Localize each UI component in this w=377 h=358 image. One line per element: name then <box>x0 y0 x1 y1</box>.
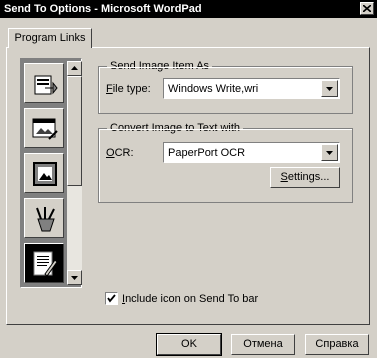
tab-program-links[interactable]: Program Links <box>8 28 92 48</box>
checkmark-icon <box>107 294 116 303</box>
help-button[interactable]: Справка <box>305 334 369 355</box>
window-title: Send To Options - Microsoft WordPad <box>4 3 202 15</box>
paint-brushes-app-icon <box>36 207 55 232</box>
file-type-value: Windows Write,wri <box>168 83 259 95</box>
clipboard-app-icon <box>34 75 58 95</box>
close-button[interactable] <box>360 2 374 15</box>
ok-button[interactable]: OK <box>156 333 222 356</box>
file-type-select[interactable]: Windows Write,wri <box>163 78 340 99</box>
ocr-label: OCR: <box>106 147 134 159</box>
scroll-down-button[interactable] <box>67 270 82 285</box>
icon-tile-image-editor[interactable] <box>24 108 64 148</box>
icon-tile-picture-viewer[interactable] <box>24 153 64 193</box>
arrow-up-icon <box>71 66 78 70</box>
ocr-value: PaperPort OCR <box>168 147 246 159</box>
include-icon-label[interactable]: Include icon on Send To bar <box>122 292 258 306</box>
ocr-legend: Convert Image to Text with <box>107 121 244 135</box>
dialog-window: Send To Options - Microsoft WordPad Prog… <box>0 0 377 358</box>
close-icon <box>363 5 371 12</box>
ocr-select[interactable]: PaperPort OCR <box>163 142 340 163</box>
icon-tile-clipboard[interactable] <box>24 63 64 103</box>
cancel-button[interactable]: Отмена <box>231 334 295 355</box>
send-image-legend: Send Image Item As <box>107 59 213 73</box>
ok-label: OK <box>181 338 197 350</box>
chevron-down-icon <box>326 151 333 155</box>
picture-viewer-app-icon <box>33 162 57 186</box>
icon-list-scrollbar[interactable] <box>67 61 82 285</box>
include-icon-checkbox[interactable] <box>105 292 118 305</box>
image-editor-app-icon <box>32 118 58 140</box>
ocr-group: Convert Image to Text with <box>98 121 353 203</box>
icon-tile-wordpad[interactable] <box>24 243 64 283</box>
title-bar[interactable]: Send To Options - Microsoft WordPad <box>0 0 377 18</box>
icon-tile-paint-brushes[interactable] <box>24 198 64 238</box>
arrow-down-icon <box>71 276 78 280</box>
application-icon-list <box>20 58 82 288</box>
settings-label: Settings... <box>280 171 330 183</box>
cancel-label: Отмена <box>243 338 283 350</box>
scroll-thumb[interactable] <box>67 76 82 186</box>
settings-button[interactable]: Settings... <box>270 167 340 188</box>
file-type-dropdown-button[interactable] <box>321 80 338 97</box>
chevron-down-icon <box>326 87 333 91</box>
scroll-up-button[interactable] <box>67 61 82 76</box>
ocr-dropdown-button[interactable] <box>321 144 338 161</box>
help-label: Справка <box>315 338 359 350</box>
tab-label: Program Links <box>14 32 86 44</box>
file-type-label: File type: <box>106 83 151 95</box>
wordpad-document-icon <box>33 251 58 277</box>
